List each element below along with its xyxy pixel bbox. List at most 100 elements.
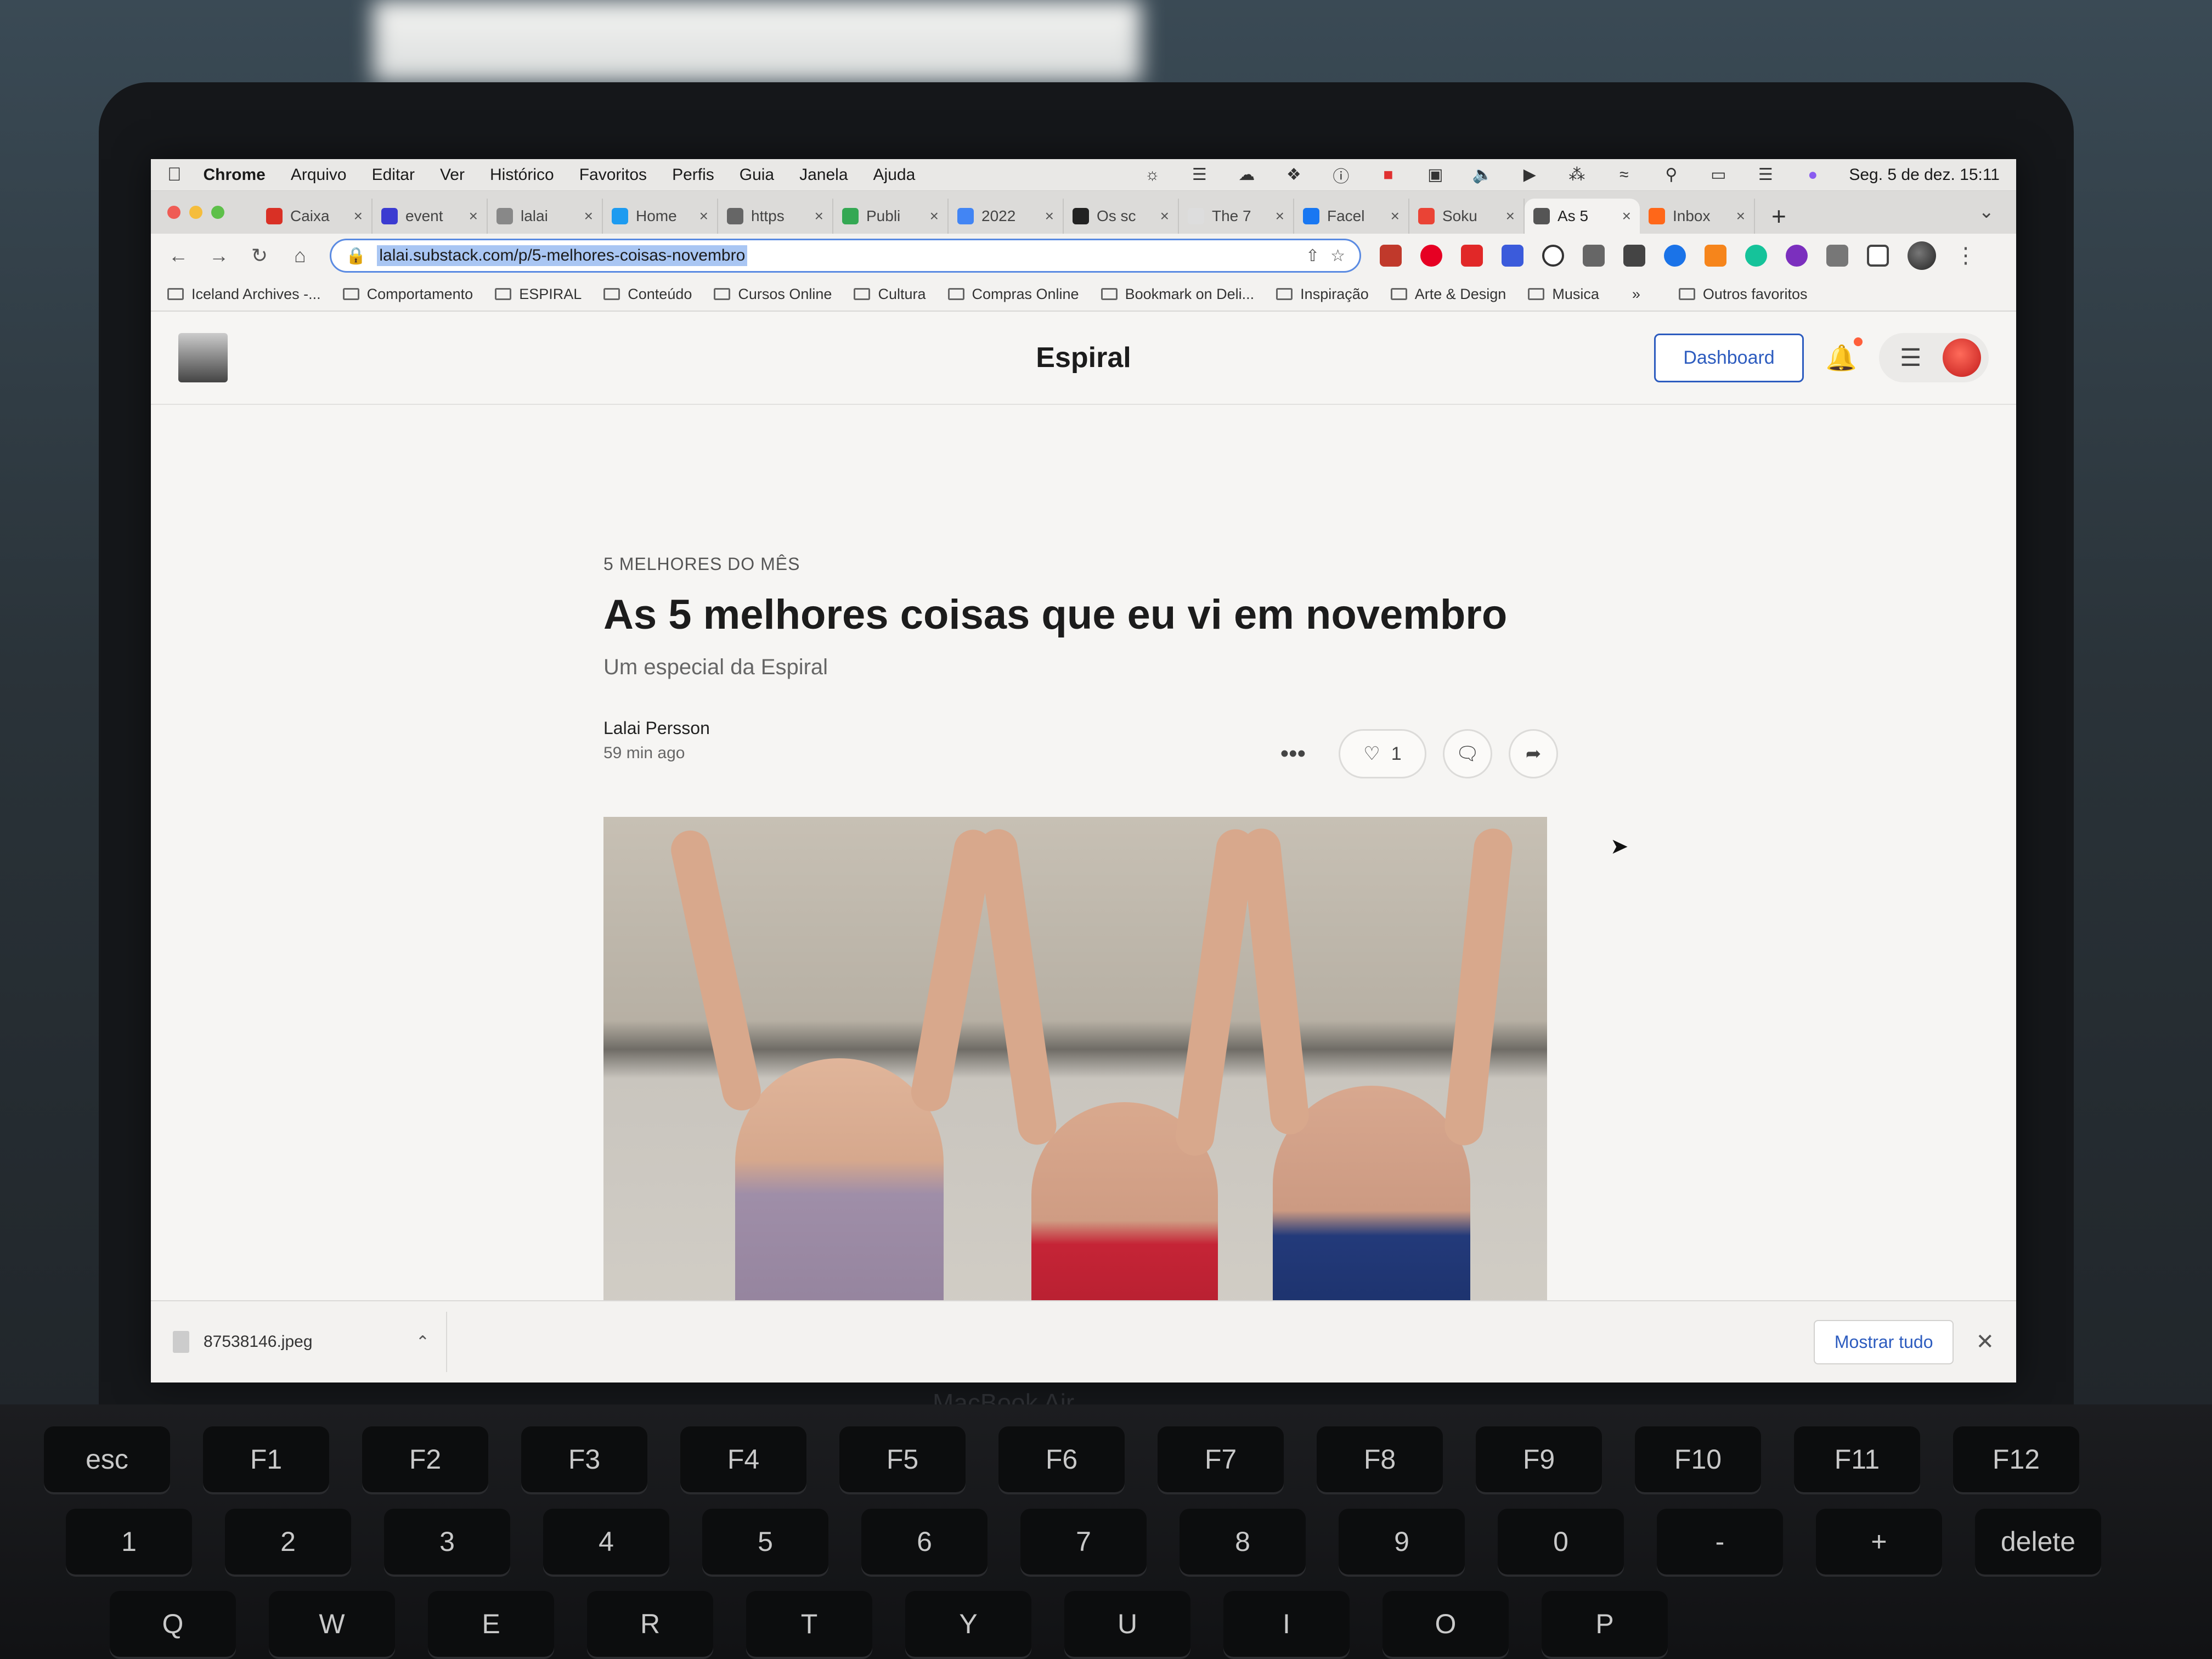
tab-9[interactable]: Facel × bbox=[1294, 199, 1409, 234]
share-button[interactable]: ➦ bbox=[1509, 729, 1558, 778]
volume-icon[interactable]: 🔈 bbox=[1471, 166, 1493, 184]
password-icon[interactable]: ⓘ bbox=[1330, 167, 1352, 186]
play-icon[interactable]: ▶ bbox=[1519, 166, 1541, 184]
extension-icon-2[interactable] bbox=[1502, 245, 1523, 267]
menu-app-name[interactable]: Chrome bbox=[204, 166, 266, 184]
other-bookmarks[interactable]: Outros favoritos bbox=[1678, 286, 1807, 303]
tab-10[interactable]: Soku × bbox=[1409, 199, 1525, 234]
download-filename[interactable]: 87538146.jpeg bbox=[204, 1333, 402, 1351]
bookmarks-overflow[interactable]: » bbox=[1632, 286, 1640, 303]
hero-image[interactable] bbox=[603, 817, 1547, 1383]
menu-janela[interactable]: Janela bbox=[799, 166, 848, 184]
menu-arquivo[interactable]: Arquivo bbox=[291, 166, 347, 184]
tab-close-icon[interactable]: × bbox=[1045, 207, 1054, 225]
tab-close-icon[interactable]: × bbox=[815, 207, 823, 225]
extension-icon-4[interactable] bbox=[1664, 245, 1686, 267]
tab-1[interactable]: event × bbox=[373, 199, 488, 234]
bookmark-item[interactable]: Compras Online bbox=[947, 286, 1079, 303]
menu-perfis[interactable]: Perfis bbox=[672, 166, 714, 184]
tab-11[interactable]: As 5 × bbox=[1525, 199, 1640, 234]
user-menu[interactable]: ☰ bbox=[1879, 333, 1989, 382]
chevron-up-icon[interactable]: ⌃ bbox=[416, 1333, 430, 1352]
comment-button[interactable]: 🗨 bbox=[1443, 729, 1492, 778]
menu-favoritos[interactable]: Favoritos bbox=[579, 166, 647, 184]
tab-12[interactable]: Inbox × bbox=[1640, 199, 1755, 234]
more-options-icon[interactable]: ••• bbox=[1280, 740, 1306, 768]
close-icon[interactable]: ✕ bbox=[1976, 1329, 1994, 1355]
menu-ajuda[interactable]: Ajuda bbox=[873, 166, 916, 184]
bookmark-item[interactable]: Musica bbox=[1528, 286, 1599, 303]
author-name[interactable]: Lalai Persson bbox=[603, 718, 710, 738]
cloud-icon[interactable]: ☁ bbox=[1235, 166, 1257, 184]
bookmark-item[interactable]: Inspiração bbox=[1276, 286, 1369, 303]
tab-5[interactable]: Publi × bbox=[833, 199, 949, 234]
bookmark-item[interactable]: Cultura bbox=[854, 286, 926, 303]
bookmark-item[interactable]: Conteúdo bbox=[603, 286, 692, 303]
onepassword-icon[interactable] bbox=[1542, 245, 1564, 267]
control-center-icon[interactable]: ☰ bbox=[1754, 166, 1776, 184]
zoom-window-button[interactable] bbox=[211, 206, 224, 219]
tab-close-icon[interactable]: × bbox=[1160, 207, 1169, 225]
hamburger-icon[interactable]: ☰ bbox=[1900, 344, 1921, 372]
like-button[interactable]: ♡ 1 bbox=[1339, 729, 1426, 778]
extension-icon-5[interactable] bbox=[1786, 245, 1808, 267]
bookmark-item[interactable]: Iceland Archives -... bbox=[167, 286, 321, 303]
menu-historico[interactable]: Histórico bbox=[490, 166, 554, 184]
chevron-down-icon[interactable]: ⌄ bbox=[1979, 201, 1995, 223]
bookmark-item[interactable]: ESPIRAL bbox=[495, 286, 582, 303]
siri-icon[interactable]: ● bbox=[1802, 166, 1824, 184]
minimize-window-button[interactable] bbox=[189, 206, 202, 219]
creative-cloud-icon[interactable]: ☼ bbox=[1141, 166, 1163, 184]
tab-7[interactable]: Os sc × bbox=[1064, 199, 1179, 234]
flipboard-icon[interactable] bbox=[1461, 245, 1483, 267]
lock-icon[interactable]: 🔒 bbox=[346, 246, 366, 266]
pinterest-icon[interactable] bbox=[1420, 245, 1442, 267]
tab-close-icon[interactable]: × bbox=[1391, 207, 1400, 225]
tab-close-icon[interactable]: × bbox=[584, 207, 593, 225]
tab-3[interactable]: Home × bbox=[603, 199, 718, 234]
grammarly-icon[interactable] bbox=[1745, 245, 1767, 267]
display-icon[interactable]: ▣ bbox=[1424, 166, 1446, 184]
tab-6[interactable]: 2022 × bbox=[949, 199, 1064, 234]
tab-close-icon[interactable]: × bbox=[1506, 207, 1515, 225]
profile-avatar[interactable] bbox=[1908, 241, 1936, 270]
menu-kebab-icon[interactable]: ⋮ bbox=[1955, 243, 1977, 268]
wifi-icon[interactable]: ≈ bbox=[1613, 166, 1635, 184]
address-bar[interactable]: 🔒 lalai.substack.com/p/5-melhores-coisas… bbox=[330, 239, 1361, 273]
new-tab-button[interactable]: + bbox=[1771, 199, 1786, 234]
tab-close-icon[interactable]: × bbox=[699, 207, 708, 225]
metamask-icon[interactable] bbox=[1705, 245, 1726, 267]
tab-close-icon[interactable]: × bbox=[1622, 207, 1631, 225]
bluetooth-icon[interactable]: ⁂ bbox=[1566, 166, 1588, 184]
tab-close-icon[interactable]: × bbox=[930, 207, 939, 225]
show-all-button[interactable]: Mostrar tudo bbox=[1813, 1319, 1954, 1364]
bookmark-item[interactable]: Bookmark on Deli... bbox=[1101, 286, 1254, 303]
tab-close-icon[interactable]: × bbox=[354, 207, 363, 225]
bookmark-item[interactable]: Cursos Online bbox=[714, 286, 832, 303]
puzzle-icon[interactable] bbox=[1826, 245, 1848, 267]
tab-0[interactable]: Caixa × bbox=[257, 199, 373, 234]
dashboard-button[interactable]: Dashboard bbox=[1654, 333, 1804, 382]
avatar[interactable] bbox=[1943, 338, 1981, 377]
menu-editar[interactable]: Editar bbox=[372, 166, 415, 184]
address-url[interactable]: lalai.substack.com/p/5-melhores-coisas-n… bbox=[377, 245, 748, 266]
bookmark-item[interactable]: Arte & Design bbox=[1390, 286, 1506, 303]
extension-icon-1[interactable] bbox=[1380, 245, 1402, 267]
download-item[interactable]: 87538146.jpeg ⌃ bbox=[173, 1312, 447, 1372]
star-icon[interactable]: ☆ bbox=[1330, 246, 1345, 266]
section-label[interactable]: 5 MELHORES DO MÊS bbox=[603, 554, 1558, 574]
dropbox-icon[interactable]: ❖ bbox=[1283, 166, 1305, 184]
sidepanel-icon[interactable] bbox=[1867, 245, 1889, 267]
extension-icon-3[interactable] bbox=[1623, 245, 1645, 267]
bookmark-item[interactable]: Comportamento bbox=[342, 286, 473, 303]
apple-icon[interactable]:  bbox=[167, 164, 182, 185]
battery-icon[interactable]: ▭ bbox=[1707, 166, 1729, 184]
menu-guia[interactable]: Guia bbox=[740, 166, 774, 184]
tab-close-icon[interactable]: × bbox=[1276, 207, 1284, 225]
back-arrow-icon[interactable]: ← bbox=[167, 244, 189, 267]
close-window-button[interactable] bbox=[167, 206, 180, 219]
spotlight-icon[interactable]: ⚲ bbox=[1660, 166, 1682, 184]
forward-arrow-icon[interactable]: → bbox=[208, 244, 230, 267]
tab-close-icon[interactable]: × bbox=[469, 207, 478, 225]
tab-8[interactable]: The 7 × bbox=[1179, 199, 1294, 234]
